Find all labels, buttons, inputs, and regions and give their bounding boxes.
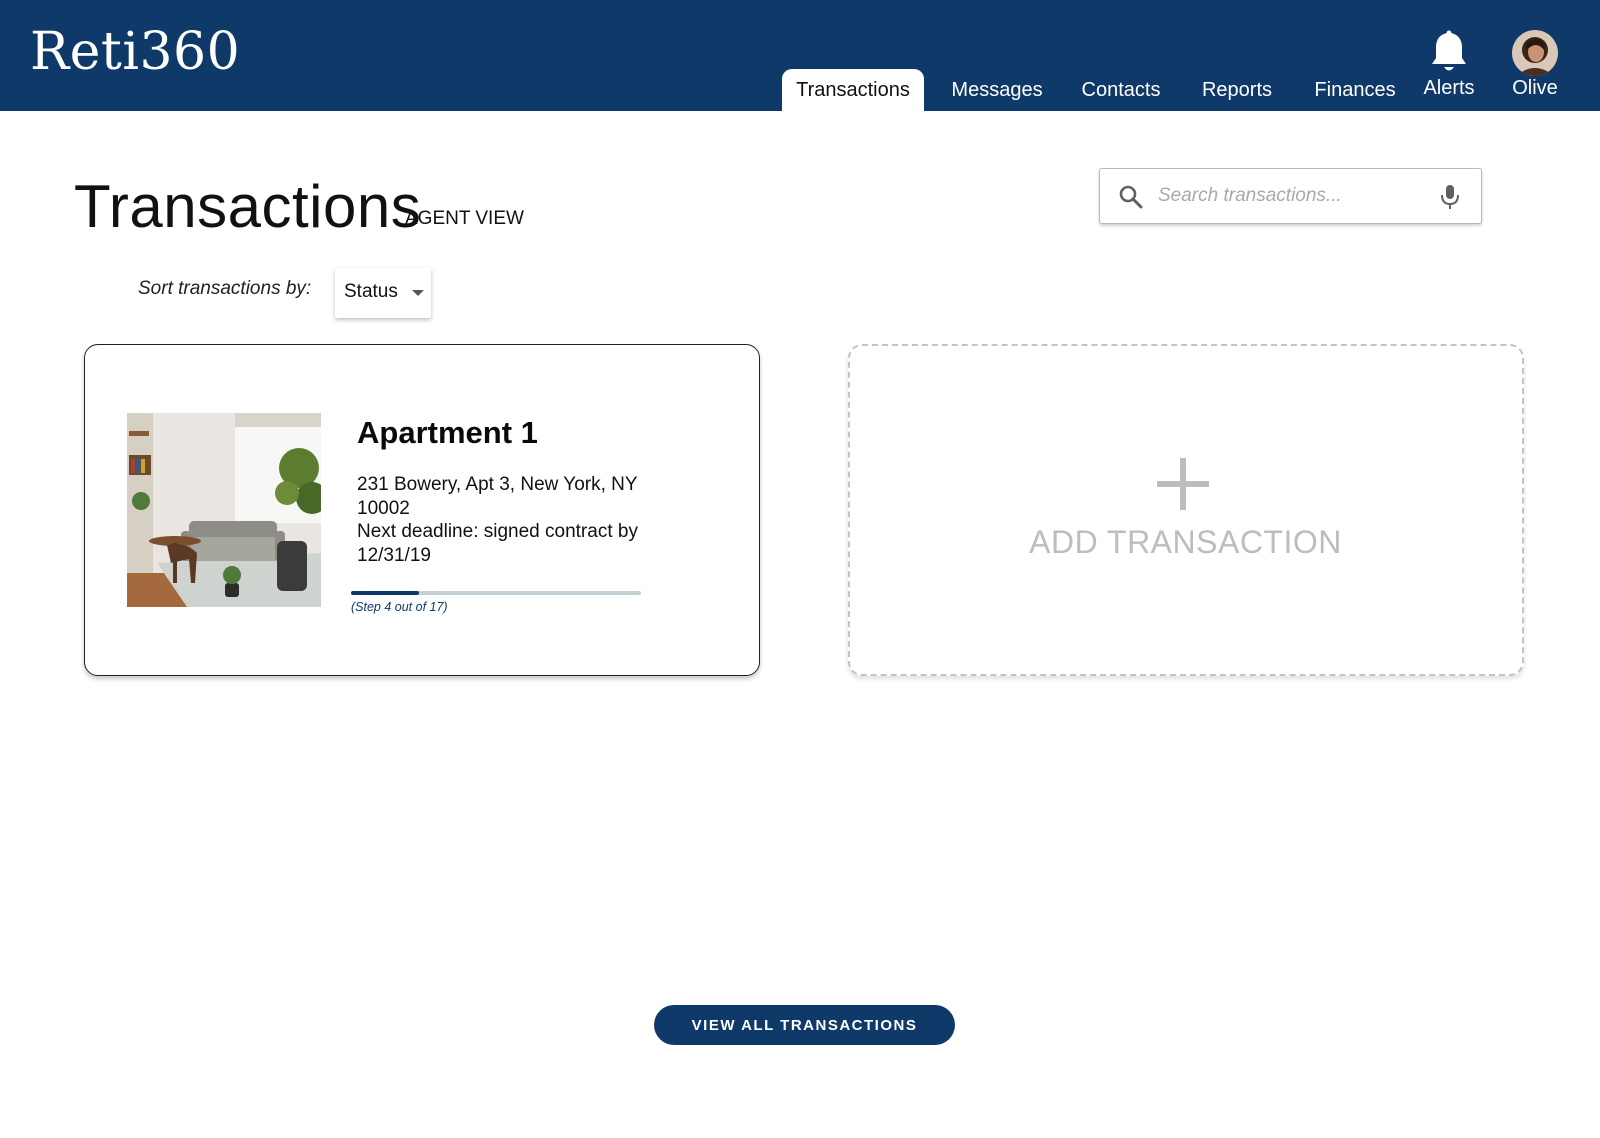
top-navigation-bar: Reti360 Transactions Messages Contacts R… — [0, 0, 1600, 111]
tab-finances[interactable]: Finances — [1303, 69, 1407, 111]
user-name-label[interactable]: Olive — [1500, 77, 1570, 100]
property-thumbnail — [127, 413, 321, 607]
bell-icon[interactable] — [1429, 30, 1469, 76]
alerts-label[interactable]: Alerts — [1418, 77, 1480, 100]
transaction-address: 231 Bowery, Apt 3, New York, NY 10002 — [357, 474, 638, 519]
transaction-card[interactable]: Apartment 1 231 Bowery, Apt 3, New York,… — [84, 344, 760, 676]
plus-icon — [1157, 458, 1209, 510]
transaction-details: 231 Bowery, Apt 3, New York, NY 10002 Ne… — [357, 473, 667, 567]
sort-label: Sort transactions by: — [138, 278, 312, 299]
view-mode-label: AGENT VIEW — [405, 208, 524, 229]
page-title: Transactions — [74, 173, 422, 240]
sort-dropdown[interactable]: Status — [335, 268, 431, 318]
microphone-icon[interactable] — [1439, 183, 1461, 211]
transaction-deadline: Next deadline: signed contract by 12/31/… — [357, 521, 638, 566]
tab-contacts[interactable]: Contacts — [1071, 69, 1171, 111]
progress-bar-fill — [351, 591, 420, 595]
sort-selected-value: Status — [344, 281, 398, 302]
add-transaction-card[interactable]: ADD TRANSACTION — [848, 344, 1524, 676]
user-avatar[interactable] — [1512, 30, 1558, 76]
progress-bar — [351, 591, 641, 595]
tab-messages[interactable]: Messages — [937, 69, 1057, 111]
search-icon — [1119, 185, 1143, 209]
view-all-transactions-button[interactable]: VIEW ALL TRANSACTIONS — [654, 1005, 955, 1045]
tab-transactions[interactable]: Transactions — [782, 69, 924, 111]
add-transaction-label: ADD TRANSACTION — [1029, 524, 1342, 560]
progress-step-label: (Step 4 out of 17) — [351, 600, 448, 614]
tab-reports[interactable]: Reports — [1190, 69, 1284, 111]
caret-down-icon — [412, 290, 424, 296]
search-box[interactable] — [1099, 168, 1482, 224]
app-logo[interactable]: Reti360 — [30, 22, 240, 82]
search-input[interactable] — [1158, 179, 1428, 213]
transaction-title: Apartment 1 — [357, 415, 538, 450]
